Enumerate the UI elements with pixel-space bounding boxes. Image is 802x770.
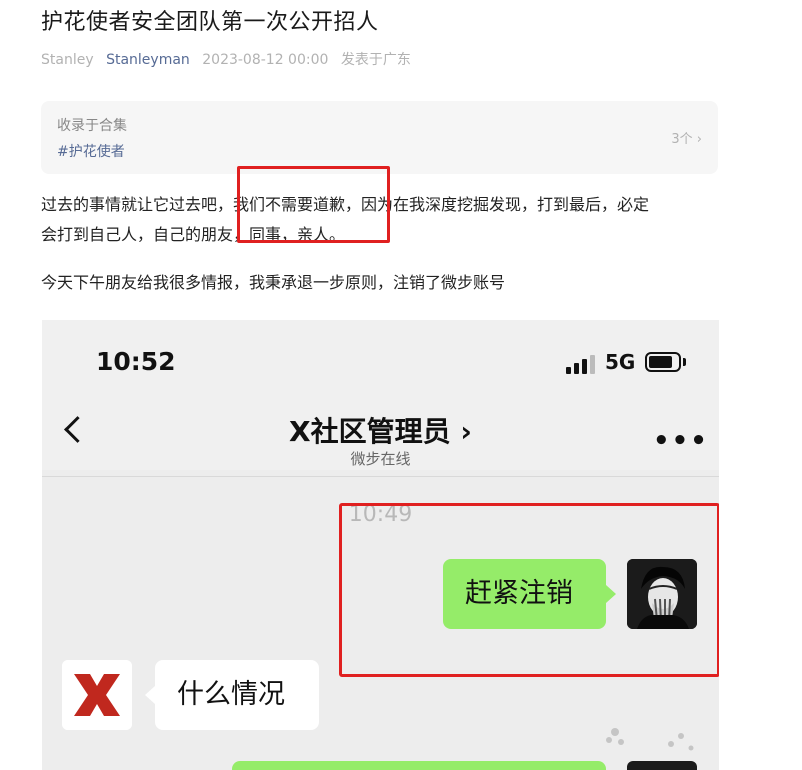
status-time: 10:52 (96, 347, 176, 376)
more-icon[interactable]: ••• (653, 426, 709, 456)
publish-location: 发表于广东 (340, 52, 411, 68)
collection-label: 收录于合集 (57, 118, 127, 134)
chat-screenshot: 10:52 5G X社区管理员 › 微步在线 ••• 10:49 赶紧注销 什么… (42, 320, 719, 770)
watermark-icon (606, 728, 694, 751)
avatar-contact (62, 660, 132, 730)
x-logo-icon (62, 660, 132, 730)
account-link[interactable]: Stanleyman (106, 52, 190, 68)
article-meta: Stanley Stanleyman 2023-08-12 00:00 发表于广… (41, 49, 419, 69)
signal-icon (566, 354, 598, 374)
message-bubble-outgoing-partial (232, 761, 606, 770)
highlight-box (339, 503, 719, 677)
article-title: 护花使者安全团队第一次公开招人 (41, 10, 379, 35)
chevron-right-icon: › (696, 132, 702, 147)
contact-status: 微步在线 (350, 450, 411, 468)
network-label: 5G (605, 350, 636, 374)
article-paragraph-2: 今天下午朋友给我很多情报，我秉承退一步原则，注销了微步账号 (41, 273, 506, 292)
publish-datetime: 2023-08-12 00:00 (202, 52, 329, 68)
message-bubble-incoming: 什么情况 (145, 660, 319, 730)
header-divider (42, 476, 719, 477)
contact-name[interactable]: X社区管理员 › (42, 410, 719, 450)
collection-count-text: 3个 (671, 132, 693, 147)
collection-tag[interactable]: #护花使者 (57, 141, 125, 161)
collection-count[interactable]: 3个 › (671, 128, 702, 147)
battery-tip (683, 358, 686, 366)
author-name: Stanley (41, 52, 94, 68)
collection-card[interactable]: 收录于合集 #护花使者 3个 › (41, 101, 718, 174)
battery-icon (645, 352, 681, 372)
highlight-box (237, 166, 390, 243)
